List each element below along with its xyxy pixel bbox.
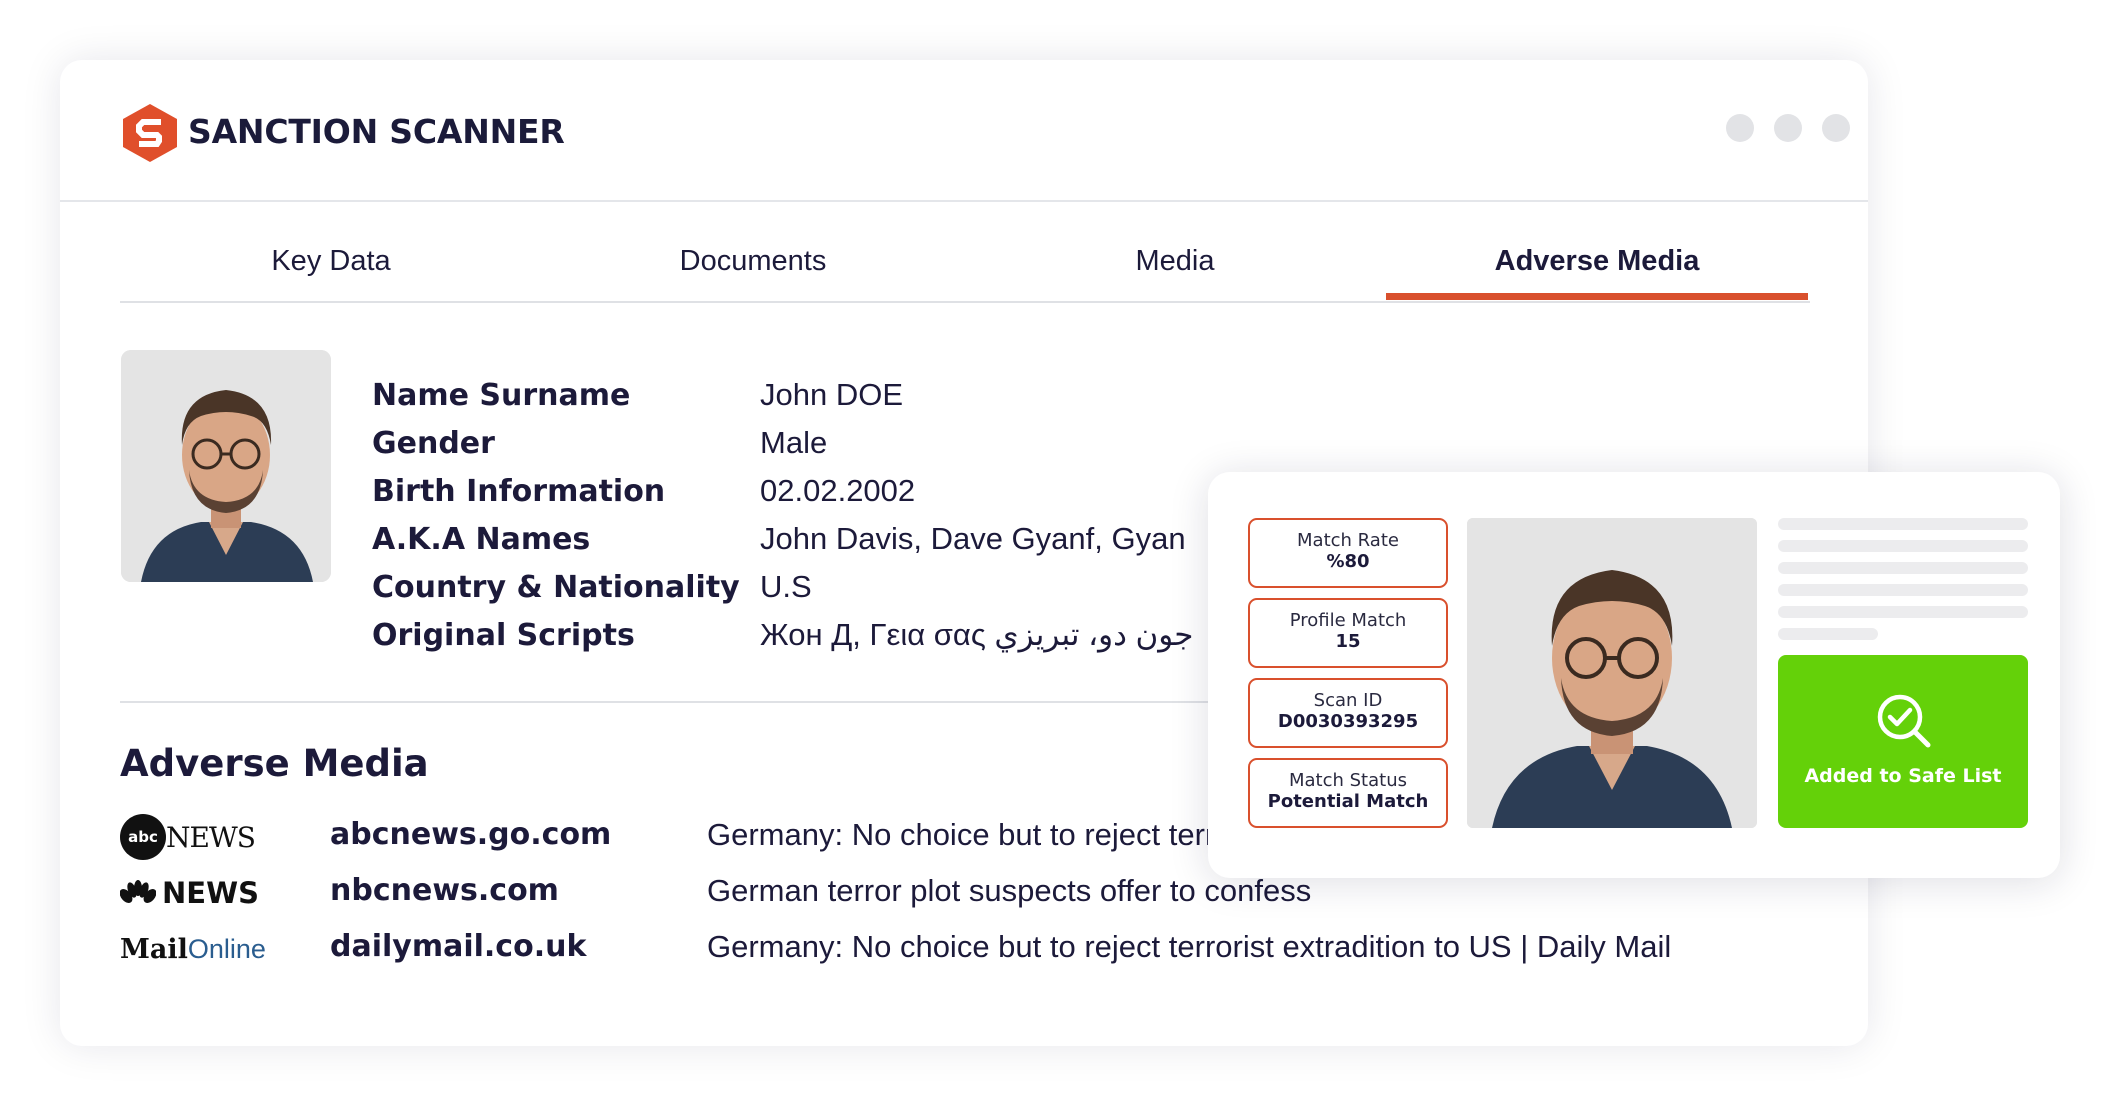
safe-list-label: Added to Safe List bbox=[1778, 765, 2028, 787]
field-value-aka: John Davis, Dave Gyanf, Gyan bbox=[760, 521, 1186, 557]
tab-documents[interactable]: Documents bbox=[542, 245, 964, 278]
field-value-birth: 02.02.2002 bbox=[760, 473, 915, 509]
media-row[interactable]: Mail Online dailymail.co.uk Germany: No … bbox=[120, 924, 1820, 974]
match-photo bbox=[1467, 518, 1757, 828]
placeholder-line bbox=[1778, 628, 1878, 640]
stat-label: Match Rate bbox=[1250, 530, 1446, 551]
nbc-news-logo-icon: NEWS bbox=[120, 868, 259, 918]
sanction-scanner-logo-icon bbox=[119, 102, 181, 164]
mail-logo-light: Online bbox=[188, 934, 266, 965]
active-tab-indicator bbox=[1386, 293, 1808, 300]
field-label-birth: Birth Information bbox=[372, 474, 665, 509]
person-photo-icon bbox=[1467, 518, 1757, 828]
abc-news-logo-icon: abc NEWS bbox=[120, 812, 255, 862]
window-dot-1[interactable] bbox=[1726, 114, 1754, 142]
match-detail-card: Match Rate %80 Profile Match 15 Scan ID … bbox=[1208, 472, 2060, 878]
app-header: SANCTION SCANNER bbox=[60, 60, 1868, 202]
media-headline[interactable]: German terror plot suspects offer to con… bbox=[707, 873, 1311, 909]
field-value-scripts: جون دو، تبريزي Жон Д, Γεια σας bbox=[760, 617, 1193, 653]
stat-profile-match: Profile Match 15 bbox=[1248, 598, 1448, 668]
stat-value: D0030393295 bbox=[1250, 711, 1446, 732]
mail-logo-bold: Mail bbox=[120, 934, 188, 965]
field-label-scripts: Original Scripts bbox=[372, 618, 635, 653]
tab-adverse-media[interactable]: Adverse Media bbox=[1386, 245, 1808, 278]
tab-media[interactable]: Media bbox=[964, 245, 1386, 278]
stat-label: Profile Match bbox=[1250, 610, 1446, 631]
placeholder-line bbox=[1778, 540, 2028, 552]
field-value-country: U.S bbox=[760, 569, 812, 605]
abc-badge: abc bbox=[120, 814, 166, 860]
field-value-gender: Male bbox=[760, 425, 827, 461]
adverse-media-title: Adverse Media bbox=[120, 742, 429, 785]
tab-bar: Key Data Documents Media Adverse Media bbox=[120, 205, 1810, 303]
brand-name: SANCTION SCANNER bbox=[188, 112, 565, 151]
search-check-icon bbox=[1876, 693, 1932, 749]
stat-value: 15 bbox=[1250, 631, 1446, 652]
placeholder-line bbox=[1778, 518, 2028, 530]
field-label-aka: A.K.A Names bbox=[372, 522, 590, 557]
mail-online-logo-icon: Mail Online bbox=[120, 924, 266, 974]
media-headline[interactable]: Germany: No choice but to reject terro bbox=[707, 817, 1233, 853]
stat-match-status: Match Status Potential Match bbox=[1248, 758, 1448, 828]
stat-value: %80 bbox=[1250, 551, 1446, 572]
media-domain[interactable]: nbcnews.com bbox=[330, 873, 559, 908]
nbc-logo-text: NEWS bbox=[162, 876, 259, 910]
nbc-peacock-icon bbox=[120, 880, 156, 906]
placeholder-line bbox=[1778, 584, 2028, 596]
field-label-name: Name Surname bbox=[372, 378, 630, 413]
section-divider bbox=[120, 701, 1320, 703]
placeholder-line bbox=[1778, 606, 2028, 618]
media-headline[interactable]: Germany: No choice but to reject terrori… bbox=[707, 929, 1671, 965]
profile-photo bbox=[121, 350, 331, 582]
field-label-gender: Gender bbox=[372, 426, 495, 461]
window-dot-3[interactable] bbox=[1822, 114, 1850, 142]
stat-label: Match Status bbox=[1250, 770, 1446, 791]
window-dot-2[interactable] bbox=[1774, 114, 1802, 142]
stat-match-rate: Match Rate %80 bbox=[1248, 518, 1448, 588]
stat-scan-id: Scan ID D0030393295 bbox=[1248, 678, 1448, 748]
tab-key-data[interactable]: Key Data bbox=[120, 245, 542, 278]
field-label-country: Country & Nationality bbox=[372, 570, 740, 605]
stat-label: Scan ID bbox=[1250, 690, 1446, 711]
added-to-safe-list-button[interactable]: Added to Safe List bbox=[1778, 655, 2028, 828]
stat-value: Potential Match bbox=[1250, 791, 1446, 812]
field-value-name: John DOE bbox=[760, 377, 903, 413]
media-domain[interactable]: abcnews.go.com bbox=[330, 817, 611, 852]
person-photo-icon bbox=[121, 350, 331, 582]
media-domain[interactable]: dailymail.co.uk bbox=[330, 929, 586, 964]
abc-logo-text: NEWS bbox=[166, 821, 255, 854]
placeholder-line bbox=[1778, 562, 2028, 574]
